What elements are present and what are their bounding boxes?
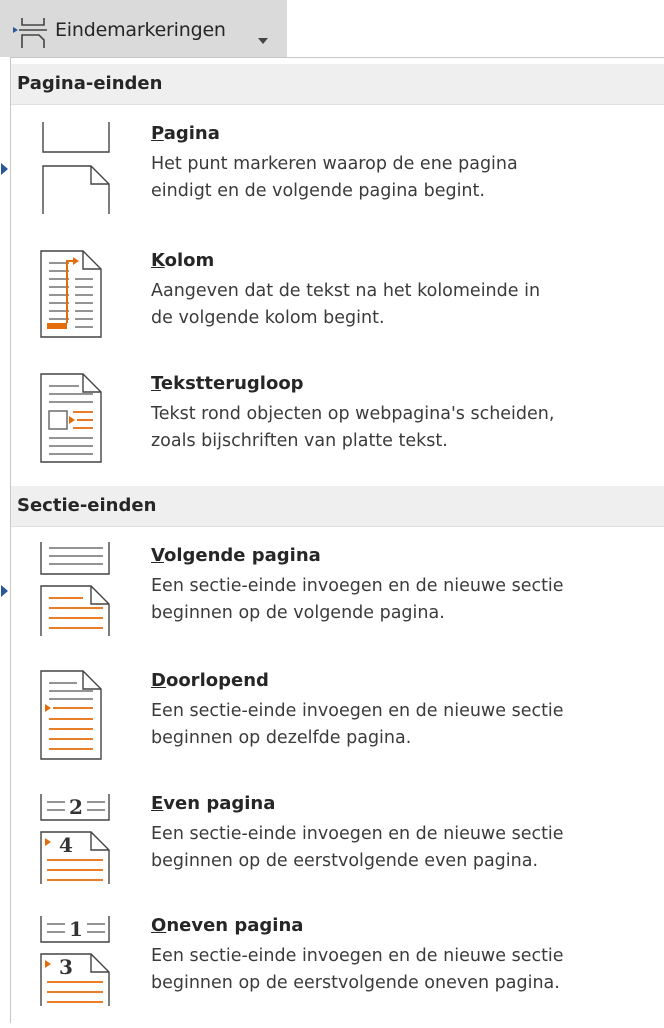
breaks-dropdown-button[interactable]: Eindemarkeringen bbox=[0, 0, 287, 57]
breaks-menu: Pagina-einden Pagina Het punt markeren w… bbox=[1, 57, 664, 1023]
item-description: Het punt markeren waarop de ene pagina ei… bbox=[151, 154, 518, 201]
item-description: Tekst rond objecten op webpagina's schei… bbox=[151, 404, 555, 451]
menu-item-page-break[interactable]: Pagina Het punt markeren waarop de ene p… bbox=[1, 116, 664, 236]
breaks-button-label: Eindemarkeringen bbox=[55, 19, 226, 41]
odd-page-section-break-icon: 1 3 bbox=[19, 908, 139, 1012]
item-title: Pagina bbox=[151, 123, 220, 144]
section-header-section-breaks: Sectie-einden bbox=[11, 486, 664, 527]
default-marker-icon bbox=[1, 160, 9, 179]
item-title: Kolom bbox=[151, 250, 215, 271]
item-description: Een sectie-einde invoegen en de nieuwe s… bbox=[151, 946, 564, 993]
chevron-down-icon bbox=[258, 29, 268, 48]
even-page-section-break-icon: 2 4 bbox=[19, 786, 139, 890]
menu-item-even-page[interactable]: 2 4 Even pagina Een sectie-einde invoege… bbox=[11, 786, 664, 906]
menu-item-text-wrapping-break[interactable]: Tekstterugloop Tekst rond objecten op we… bbox=[11, 366, 664, 486]
continuous-section-break-icon bbox=[19, 663, 139, 767]
page-break-icon bbox=[19, 116, 139, 220]
page-number-bottom: 4 bbox=[59, 833, 73, 857]
item-title: Tekstterugloop bbox=[151, 373, 304, 394]
item-title: Even pagina bbox=[151, 793, 276, 814]
default-marker-icon bbox=[1, 582, 9, 601]
item-description: Aangeven dat de tekst na het kolomeinde … bbox=[151, 281, 541, 328]
item-title: Volgende pagina bbox=[151, 545, 321, 566]
item-title: Doorlopend bbox=[151, 670, 269, 691]
column-break-icon bbox=[19, 243, 139, 347]
page-number-bottom: 3 bbox=[59, 955, 73, 979]
item-description: Een sectie-einde invoegen en de nieuwe s… bbox=[151, 701, 564, 748]
text-wrapping-break-icon bbox=[19, 366, 139, 470]
menu-item-odd-page[interactable]: 1 3 Oneven pagina Een sectie-einde invoe… bbox=[11, 908, 664, 1028]
item-description: Een sectie-einde invoegen en de nieuwe s… bbox=[151, 824, 564, 871]
menu-item-continuous[interactable]: Doorlopend Een sectie-einde invoegen en … bbox=[11, 663, 664, 783]
menu-item-column-break[interactable]: Kolom Aangeven dat de tekst na het kolom… bbox=[11, 243, 664, 363]
next-page-section-break-icon bbox=[19, 538, 139, 642]
page-number-top: 2 bbox=[69, 795, 83, 819]
item-description: Een sectie-einde invoegen en de nieuwe s… bbox=[151, 576, 564, 623]
section-header-page-breaks: Pagina-einden bbox=[11, 64, 664, 105]
page-number-top: 1 bbox=[69, 917, 83, 941]
page-break-icon bbox=[9, 17, 49, 53]
item-title: Oneven pagina bbox=[151, 915, 304, 936]
menu-item-next-page[interactable]: Volgende pagina Een sectie-einde invoege… bbox=[1, 538, 664, 658]
